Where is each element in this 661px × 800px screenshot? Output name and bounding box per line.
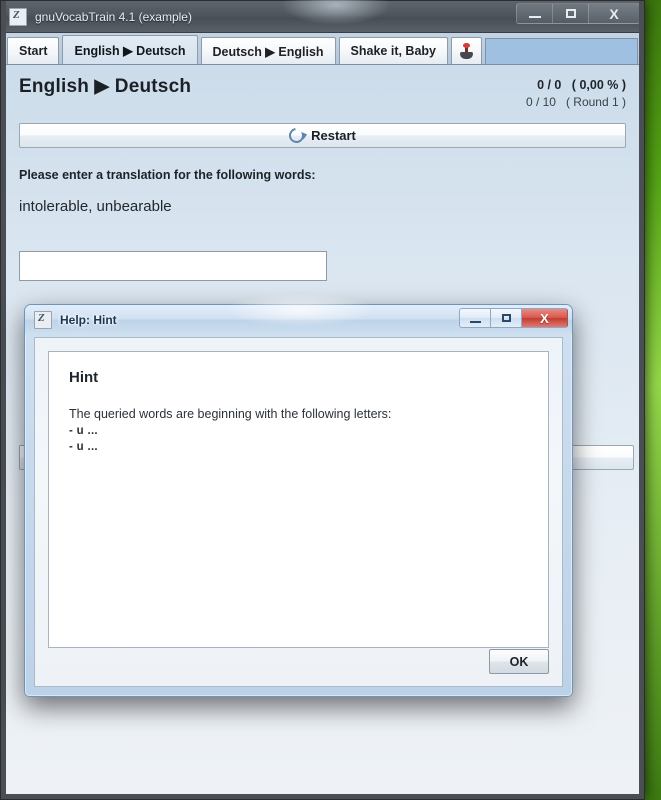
dialog-maximize-icon[interactable] bbox=[490, 308, 521, 328]
tab-start[interactable]: Start bbox=[7, 37, 60, 64]
main-window-controls: X bbox=[516, 3, 640, 25]
main-window-title: gnuVocabTrain 4.1 (example) bbox=[35, 9, 192, 24]
score-panel: 0 / 0 ( 0,00 % ) 0 / 10 ( Round 1 ) bbox=[526, 75, 626, 109]
titlebar-highlight bbox=[281, 0, 391, 25]
minimize-icon[interactable] bbox=[516, 3, 552, 24]
tab-bar-filler bbox=[485, 38, 638, 64]
dialog-app-icon bbox=[34, 310, 52, 329]
hint-intro-text: The queried words are beginning with the… bbox=[69, 407, 392, 421]
score-round: 0 / 10 ( Round 1 ) bbox=[525, 95, 626, 109]
restart-button[interactable]: Restart bbox=[19, 123, 626, 148]
query-words: intolerable, unbearable bbox=[19, 198, 172, 215]
restart-icon bbox=[286, 125, 308, 146]
tab-english-deutsch[interactable]: English ▶ Deutsch bbox=[62, 35, 198, 64]
prompt-label: Please enter a translation for the follo… bbox=[19, 168, 316, 182]
hint-line: - u ... bbox=[69, 441, 98, 453]
tab-bar: Start English ▶ Deutsch Deutsch ▶ Englis… bbox=[1, 33, 644, 65]
main-window-titlebar[interactable]: gnuVocabTrain 4.1 (example) X bbox=[1, 0, 644, 33]
dialog-minimize-icon[interactable] bbox=[459, 308, 490, 328]
restart-button-label: Restart bbox=[311, 128, 356, 143]
score-total: 0 / 0 ( 0,00 % ) bbox=[537, 78, 626, 92]
dialog-close-icon[interactable]: X bbox=[521, 308, 568, 328]
answer-input[interactable] bbox=[19, 251, 327, 281]
maximize-icon[interactable] bbox=[552, 3, 588, 24]
hint-line: - u ... bbox=[69, 425, 98, 437]
close-icon[interactable]: X bbox=[588, 3, 640, 24]
ok-button[interactable]: OK bbox=[489, 649, 549, 674]
page-title: English ▶ Deutsch bbox=[19, 76, 192, 97]
tab-shake-it-baby[interactable]: Shake it, Baby bbox=[338, 37, 448, 64]
tab-joystick[interactable] bbox=[451, 37, 482, 64]
hint-dialog-title: Help: Hint bbox=[60, 312, 117, 327]
hint-dialog-titlebar[interactable]: Help: Hint X bbox=[25, 293, 572, 334]
app-icon bbox=[9, 7, 27, 26]
hint-text-pane: Hint The queried words are beginning wit… bbox=[48, 351, 549, 648]
tab-deutsch-english[interactable]: Deutsch ▶ English bbox=[200, 37, 336, 64]
hint-heading: Hint bbox=[69, 369, 99, 386]
hint-dialog-controls: X bbox=[459, 308, 568, 329]
joystick-icon bbox=[459, 42, 474, 60]
hint-dialog: Help: Hint X Hint The queried words are … bbox=[24, 293, 573, 697]
content-header: English ▶ Deutsch 0 / 0 ( 0,00 % ) 0 / 1… bbox=[19, 75, 626, 109]
hint-dialog-body: Hint The queried words are beginning wit… bbox=[34, 337, 563, 687]
